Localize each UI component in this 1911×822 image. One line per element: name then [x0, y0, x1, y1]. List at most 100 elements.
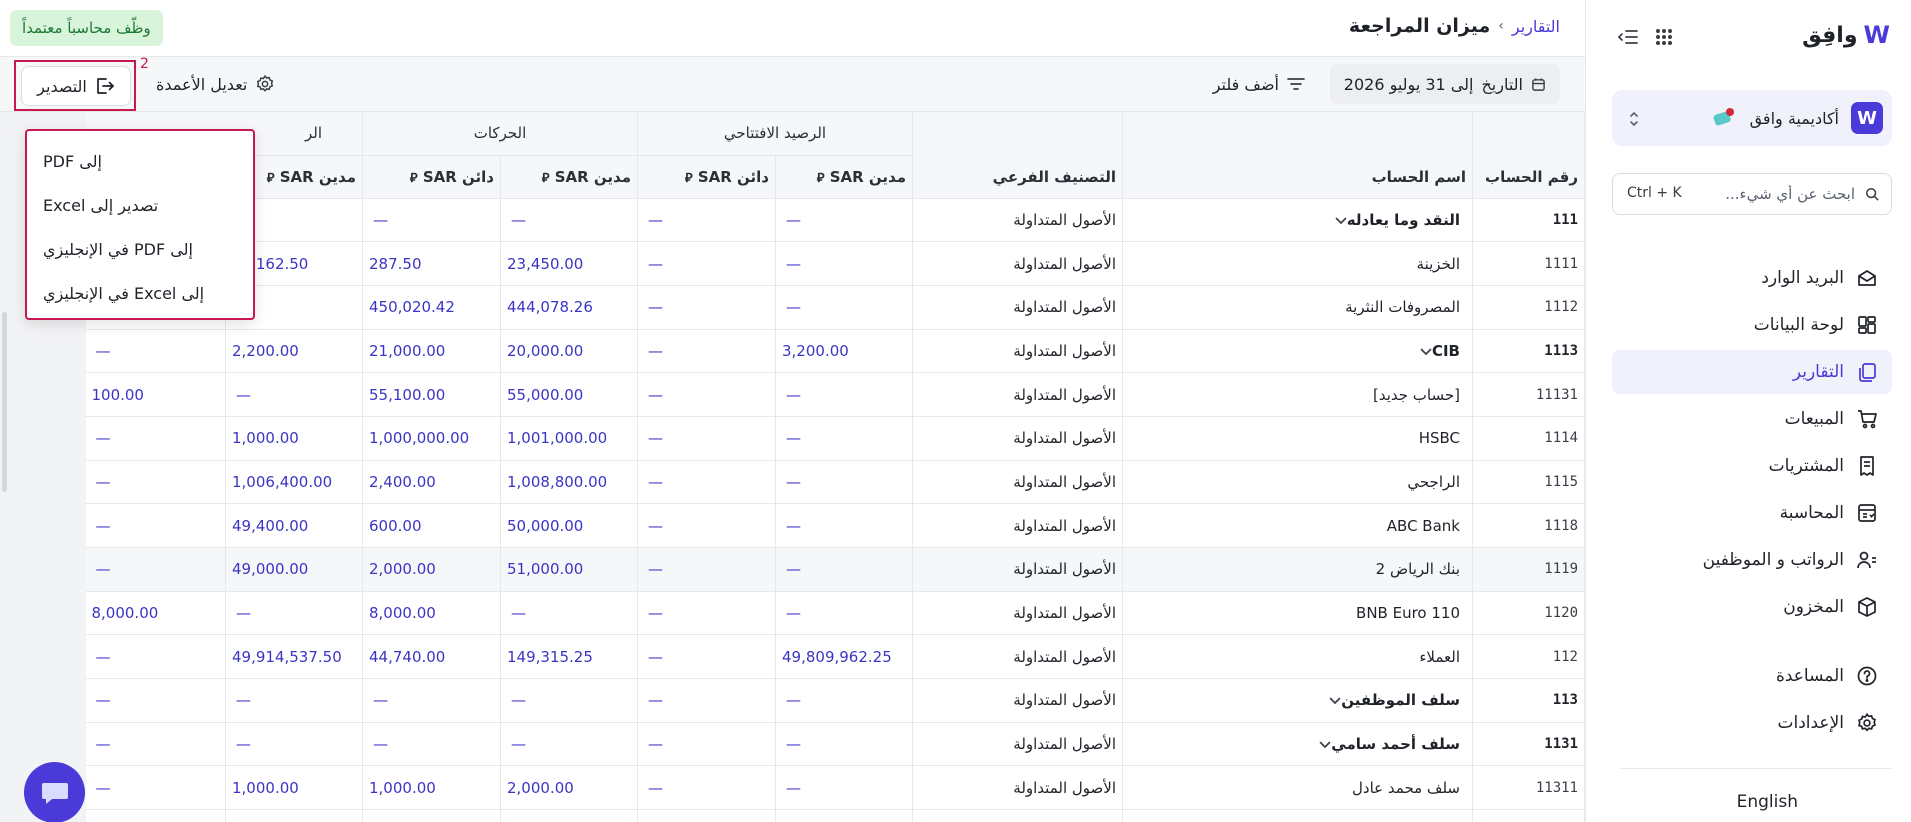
- movement-debit-cell[interactable]: 55,000.00: [500, 372, 638, 417]
- account-name-cell[interactable]: سلف محمد عادل: [1122, 765, 1473, 811]
- nav-item-sales[interactable]: المبيعات: [1612, 397, 1892, 441]
- table-row[interactable]: 1119 بنك الرياض 2 الأصول المتداولة — —51,000…: [86, 547, 1585, 592]
- movement-credit-cell[interactable]: 8,000.00: [362, 591, 501, 636]
- movement-credit-cell[interactable]: 600.00: [362, 503, 501, 548]
- search-input[interactable]: [1675, 185, 1855, 203]
- movement-credit-cell[interactable]: 2,000.00: [362, 547, 501, 592]
- chevron-down-icon[interactable]: [1420, 345, 1432, 359]
- chat-support-button[interactable]: [24, 762, 85, 822]
- closing-debit-cell[interactable]: 49,000.00: [225, 547, 363, 592]
- header-opening-debit[interactable]: مدين SAR ⃁: [775, 155, 913, 199]
- table-row[interactable]: 1115 الراجحي الأصول المتداولة — —1,008,800.0…: [86, 460, 1585, 505]
- header-opening-credit[interactable]: دائن SAR ⃁: [637, 155, 776, 199]
- movement-debit-cell[interactable]: 23,450.00: [500, 241, 638, 286]
- nav-item-reports[interactable]: التقارير: [1612, 350, 1892, 394]
- export-excel-english-option[interactable]: إلى Excel في الإنجليزي: [27, 271, 253, 315]
- closing-debit-cell[interactable]: 49,914,537.50: [225, 634, 363, 680]
- add-filter-button[interactable]: أضف فلتر: [1213, 64, 1305, 104]
- closing-credit-cell[interactable]: 100.00: [86, 372, 227, 417]
- export-pdf-english-option[interactable]: إلى PDF في الإنجليزي: [27, 227, 253, 271]
- movement-credit-cell[interactable]: 1,000.00: [362, 765, 501, 811]
- nav-item-inbox[interactable]: البريد الوارد: [1612, 256, 1892, 300]
- language-switcher[interactable]: English: [1737, 792, 1798, 812]
- account-name-cell[interactable]: بنك الرياض 2: [1122, 547, 1473, 592]
- account-name-cell[interactable]: CIB: [1122, 329, 1473, 374]
- movement-credit-cell[interactable]: 44,740.00: [362, 634, 501, 680]
- account-name-cell[interactable]: الراجحي: [1122, 460, 1473, 505]
- table-row[interactable]: 1131 سلف أحمد سامي الأصول المتداولة — — — — — —: [86, 722, 1585, 767]
- table-row[interactable]: 1114 HSBC الأصول المتداولة — —1,001,000.00 1,…: [86, 416, 1585, 461]
- export-button[interactable]: التصدير: [21, 66, 131, 106]
- opening-debit-cell[interactable]: 3,200.00: [775, 329, 913, 374]
- movement-credit-cell[interactable]: 55,100.00: [362, 372, 501, 417]
- account-name-cell[interactable]: العملاء: [1122, 634, 1473, 680]
- export-excel-option[interactable]: تصدير إلى Excel: [27, 183, 253, 227]
- nav-item-settings[interactable]: الإعدادات: [1612, 701, 1892, 745]
- organization-switcher[interactable]: W أكاديمية وافق: [1612, 90, 1892, 146]
- table-row[interactable]: 1113 CIB الأصول المتداولة 3,200.00—20,000.0…: [86, 329, 1585, 374]
- movement-debit-cell[interactable]: 444,078.26: [500, 285, 638, 330]
- chevron-down-icon[interactable]: [1319, 738, 1331, 752]
- nav-item-accounting[interactable]: المحاسبة: [1612, 491, 1892, 535]
- table-row[interactable]: 1118 ABC Bank الأصول المتداولة — —50,000.00 6…: [86, 503, 1585, 548]
- movement-debit-cell[interactable]: 149,315.25: [500, 634, 638, 680]
- breadcrumb-reports-link[interactable]: التقارير: [1512, 17, 1560, 36]
- opening-debit-cell[interactable]: 49,809,962.25: [775, 634, 913, 680]
- vertical-scrollbar[interactable]: [2, 312, 7, 492]
- closing-debit-cell[interactable]: 49,400.00: [225, 503, 363, 548]
- closing-debit-cell[interactable]: 1,000.00: [225, 416, 363, 461]
- closing-debit-cell[interactable]: 1,006,400.00: [225, 460, 363, 505]
- movement-credit-cell[interactable]: 1,000,000.00: [362, 416, 501, 461]
- movement-debit-cell[interactable]: 1,001,000.00: [500, 416, 638, 461]
- account-name-cell[interactable]: ABC Bank: [1122, 503, 1473, 548]
- table-row[interactable]: 112 العملاء الأصول المتداولة 49,809,962.25—…: [86, 634, 1585, 680]
- nav-item-inventory[interactable]: المخزون: [1612, 585, 1892, 629]
- apps-grid-icon[interactable]: [1653, 26, 1675, 48]
- export-pdf-option[interactable]: إلى PDF: [27, 139, 253, 183]
- movement-credit-cell[interactable]: 450,020.42: [362, 285, 501, 330]
- account-name-cell[interactable]: HSBC: [1122, 416, 1473, 461]
- account-name-cell[interactable]: سلف أحمد سامي: [1122, 722, 1473, 767]
- closing-debit-cell[interactable]: 2,200.00: [225, 329, 363, 374]
- header-account-name[interactable]: اسم الحساب: [1122, 112, 1473, 199]
- table-row[interactable]: 111النقد وما يعادلهالأصول المتداولة—————: [86, 198, 1585, 243]
- closing-debit-cell[interactable]: 1,000.00: [225, 765, 363, 811]
- nav-item-help[interactable]: المساعدة: [1612, 654, 1892, 698]
- hire-accountant-button[interactable]: وظّف محاسباً معتمداً: [10, 10, 163, 46]
- collapse-sidebar-icon[interactable]: [1617, 26, 1639, 48]
- table-row[interactable]: 1120 BNB Euro 110 الأصول المتداولة — — —8,000…: [86, 591, 1585, 636]
- wafeq-logo[interactable]: W وافِق: [1802, 21, 1890, 49]
- header-movement-debit[interactable]: مدين SAR ⃁: [500, 155, 638, 199]
- account-name-cell[interactable]: BNB Euro 110: [1122, 591, 1473, 636]
- account-name-cell[interactable]: سلف الموظفين: [1122, 678, 1473, 723]
- movement-credit-cell[interactable]: 2,400.00: [362, 460, 501, 505]
- table-row[interactable]: [86, 809, 1585, 822]
- movement-credit-cell[interactable]: 287.50: [362, 241, 501, 286]
- movement-debit-cell[interactable]: 20,000.00: [500, 329, 638, 374]
- account-name-cell[interactable]: [1122, 809, 1473, 822]
- table-row[interactable]: 11131 [حساب جديد] الأصول المتداولة — —55,000…: [86, 372, 1585, 417]
- header-account-number[interactable]: رقم الحساب: [1472, 112, 1585, 199]
- table-row[interactable]: 113 سلف الموظفين الأصول المتداولة — — — — — —: [86, 678, 1585, 723]
- table-row[interactable]: 1111 الخزينة الأصول المتداولة — —23,450.00 28…: [86, 241, 1585, 286]
- movement-debit-cell[interactable]: 2,000.00: [500, 765, 638, 811]
- chevron-down-icon[interactable]: [1335, 214, 1347, 228]
- table-row[interactable]: 11311 سلف محمد عادل الأصول المتداولة — —2,00…: [86, 765, 1585, 811]
- global-search[interactable]: Ctrl + K: [1612, 173, 1892, 215]
- movement-debit-cell[interactable]: 51,000.00: [500, 547, 638, 592]
- chevron-down-icon[interactable]: [1329, 694, 1341, 708]
- header-movement-credit[interactable]: دائن SAR ⃁: [362, 155, 501, 199]
- header-subcategory[interactable]: التصنيف الفرعي: [912, 112, 1123, 199]
- nav-item-dashboard[interactable]: لوحة البيانات: [1612, 303, 1892, 347]
- table-row[interactable]: 1112 المصروفات النثرية الأصول المتداولة — —4…: [86, 285, 1585, 330]
- nav-item-payroll[interactable]: الرواتب و الموظفين: [1612, 538, 1892, 582]
- account-name-cell[interactable]: النقد وما يعادله: [1122, 198, 1473, 243]
- account-name-cell[interactable]: الخزينة: [1122, 241, 1473, 286]
- edit-columns-button[interactable]: تعديل الأعمدة: [156, 71, 275, 97]
- date-filter-chip[interactable]: التاريخ إلى 31 يوليو 2026: [1329, 64, 1560, 104]
- account-name-cell[interactable]: المصروفات النثرية: [1122, 285, 1473, 330]
- closing-credit-cell[interactable]: 8,000.00: [86, 591, 227, 636]
- movement-debit-cell[interactable]: 50,000.00: [500, 503, 638, 548]
- movement-debit-cell[interactable]: 1,008,800.00: [500, 460, 638, 505]
- notification-bell-icon[interactable]: [1708, 107, 1736, 129]
